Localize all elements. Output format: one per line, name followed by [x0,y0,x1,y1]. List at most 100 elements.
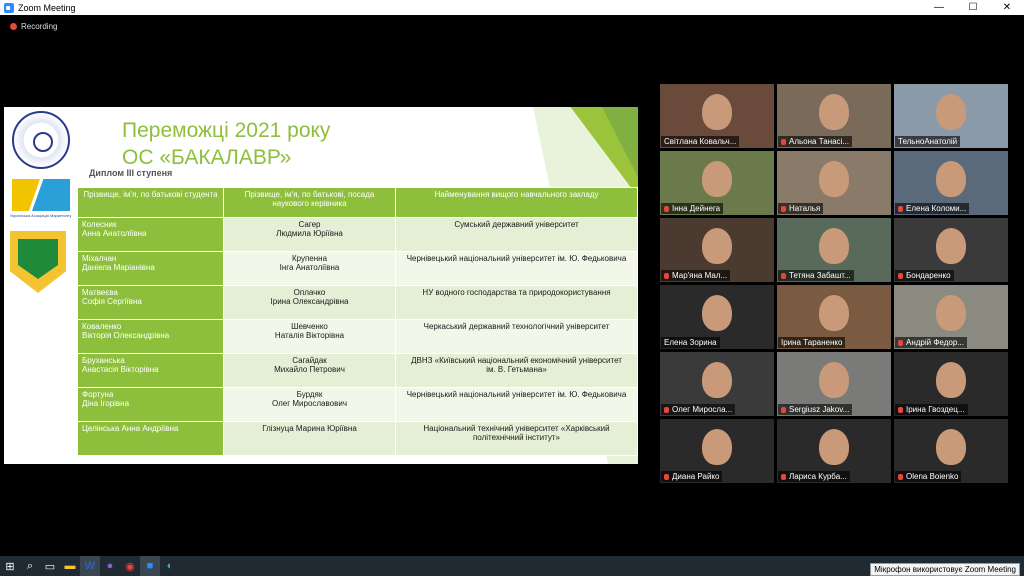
participant-name-label: Ірина Гвоздец... [895,404,968,415]
participant-name: Світлана Ковальч... [664,137,737,146]
participant-tile[interactable]: Альона Танасі... [777,84,891,148]
participant-avatar [819,429,849,465]
marketing-association-logo: Українська Асоціація Маркетингу [8,177,74,221]
participant-name: Мар'яна Мал... [672,271,728,280]
mic-muted-icon [898,473,903,480]
student-cell: Матвеєва Софія Сергіївна [77,285,224,320]
participant-avatar [819,94,849,130]
mic-muted-icon [781,138,786,145]
student-cell: Целінська Анна Андріївна [77,421,224,456]
supervisor-cell: Глізнуца Марина Юріївна [223,421,396,456]
participant-tile[interactable]: Мар'яна Мал... [660,218,774,282]
participant-name-label: Інна Дейнега [661,203,724,214]
maximize-button[interactable]: ☐ [956,0,990,15]
recording-indicator[interactable]: Recording [10,22,57,31]
task-view-icon[interactable]: ▭ [40,556,60,576]
participant-tile[interactable]: ТельноАнатолій [894,84,1008,148]
participant-name-label: Елена Коломи... [895,203,970,214]
participant-avatar [819,228,849,264]
chrome-icon[interactable]: ◉ [120,556,140,576]
participant-tile[interactable]: Світлана Ковальч... [660,84,774,148]
participant-avatar [702,94,732,130]
participant-name: Ірина Гвоздец... [906,405,965,414]
participant-tile[interactable]: Елена Коломи... [894,151,1008,215]
participant-tile[interactable]: Наталья [777,151,891,215]
student-cell: Коваленко Вікторія Олександрівна [77,319,224,354]
zoom-icon[interactable]: ■ [140,556,160,576]
university-cell: Національний технічний університет «Харк… [395,421,638,456]
close-button[interactable]: ✕ [990,0,1024,15]
participant-avatar [936,429,966,465]
university-cell: ДВНЗ «Київський національний економічний… [395,353,638,388]
participant-name: Лариса Курба... [789,472,847,481]
zoom-app-icon [4,2,14,13]
participant-tile[interactable]: Olena Boienko [894,419,1008,483]
mic-muted-icon [664,205,669,212]
viber-icon[interactable]: ● [100,556,120,576]
mic-muted-icon [781,272,786,279]
winners-table: Прізвище, ім'я, по батькові студента Прі… [77,187,638,456]
title-bar: Zoom Meeting — ☐ ✕ [0,0,1024,15]
search-icon[interactable]: ⌕ [20,556,40,576]
participant-avatar [702,161,732,197]
participant-tile[interactable]: Елена Зорина [660,285,774,349]
participant-avatar [819,295,849,331]
participant-name: Елена Зорина [664,338,717,347]
edge-icon[interactable]: ◐ [160,556,180,576]
participant-name: Диана Райко [672,472,720,481]
mic-muted-icon [898,406,903,413]
participant-name-label: Олег Миросла... [661,404,736,415]
participant-tile[interactable]: Олег Миросла... [660,352,774,416]
column-header: Прізвище, ім'я, по батькові, посада наук… [223,187,396,218]
participant-tile[interactable]: Інна Дейнега [660,151,774,215]
table-row: Фортуна Діна Ігорівна Бурдяк Олег Миросла… [77,387,638,422]
participant-tile[interactable]: Бондаренко [894,218,1008,282]
student-cell: Колесник Анна Анатоліївна [77,217,224,252]
supervisor-cell: Сагер Людмила Юріївна [223,217,396,252]
participant-name: Бондаренко [906,271,951,280]
window-controls: — ☐ ✕ [922,0,1024,15]
supervisor-cell: Шевченко Наталія Вікторівна [223,319,396,354]
file-explorer-icon[interactable]: ▬ [60,556,80,576]
table-row: Колесник Анна Анатоліївна Сагер Людмила Ю… [77,217,638,252]
shared-slide: Українська Асоціація Маркетингу Переможц… [4,107,638,464]
participant-name: Андрій Федор... [906,338,964,347]
participant-avatar [936,362,966,398]
word-icon[interactable]: W [80,556,100,576]
mic-muted-icon [664,473,669,480]
windows-start-icon[interactable]: ⊞ [0,556,20,576]
participant-avatar [702,362,732,398]
minimize-button[interactable]: — [922,0,956,15]
participant-name-label: ТельноАнатолій [895,136,961,147]
participant-tile[interactable]: Sergiusz Jakov... [777,352,891,416]
mic-muted-icon [898,339,903,346]
participant-name: Sergiusz Jakov... [789,405,850,414]
participant-name-label: Бондаренко [895,270,954,281]
participant-name: Олег Миросла... [672,405,733,414]
participant-tile[interactable]: Диана Райко [660,419,774,483]
participant-tile[interactable]: Ірина Тараненко [777,285,891,349]
participant-avatar [702,228,732,264]
university-cell: Черкаський державний технологічний уніве… [395,319,638,354]
slide-subtitle: Диплом ІІІ ступеня [89,168,173,178]
university-cell: Сумський державний університет [395,217,638,252]
logo-caption: Українська Асоціація Маркетингу [10,213,72,218]
participant-name: Альона Танасі... [789,137,849,146]
participant-avatar [819,161,849,197]
mic-muted-icon [781,406,786,413]
participant-avatar [819,362,849,398]
participant-name-label: Ірина Тараненко [778,337,846,348]
participant-tile[interactable]: Тетяна Забашт... [777,218,891,282]
mic-muted-icon [664,272,669,279]
participant-tile[interactable]: Лариса Курба... [777,419,891,483]
supervisor-cell: Крупенна Інга Анатоліївна [223,251,396,286]
participant-name: Тетяна Забашт... [789,271,851,280]
table-row: Коваленко Вікторія Олександрівна Шевченко… [77,319,638,354]
supervisor-cell: Оплачко Ірина Олександрівна [223,285,396,320]
participant-name: ТельноАнатолій [898,137,958,146]
participant-name: Інна Дейнега [672,204,721,213]
participant-avatar [936,161,966,197]
participant-tile[interactable]: Андрій Федор... [894,285,1008,349]
participant-tile[interactable]: Ірина Гвоздец... [894,352,1008,416]
recording-label: Recording [21,22,58,31]
